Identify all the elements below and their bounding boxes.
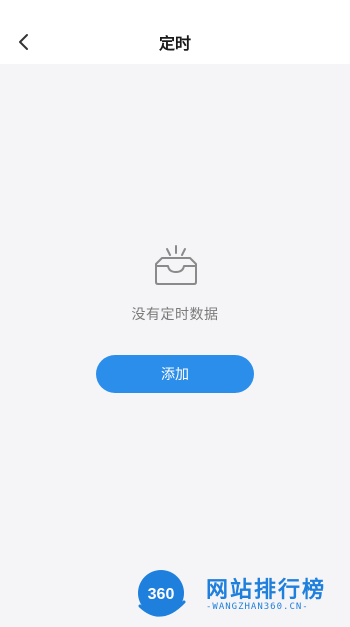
empty-inbox-icon <box>155 245 197 285</box>
empty-state-message: 没有定时数据 <box>131 307 219 323</box>
watermark-logo-icon: 360 <box>138 570 186 617</box>
watermark: 360 网站排行榜 -WANGZHAN360.CN- <box>134 566 350 622</box>
watermark-title: 网站排行榜 <box>206 578 327 603</box>
add-button[interactable]: 添加 <box>96 355 254 393</box>
watermark-subtitle: -WANGZHAN360.CN- <box>206 602 309 612</box>
top-bar: 定时 <box>0 0 350 64</box>
main-content <box>0 64 350 627</box>
watermark-logo-text: 360 <box>148 586 175 603</box>
page-title: 定时 <box>158 34 191 53</box>
